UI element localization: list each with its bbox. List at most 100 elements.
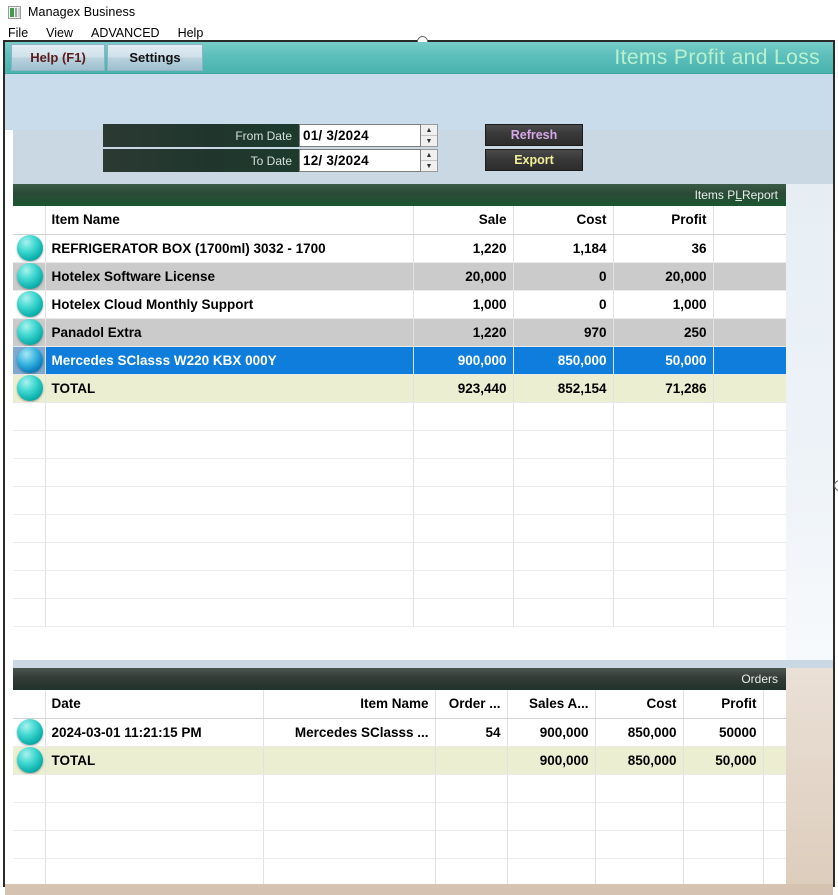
cell-empty[interactable] [613, 570, 713, 598]
cell-empty[interactable] [713, 570, 786, 598]
cell-item-name[interactable]: Hotelex Cloud Monthly Support [45, 290, 413, 318]
cell-empty[interactable] [613, 514, 713, 542]
resize-handle-right[interactable] [834, 480, 838, 491]
cell-empty[interactable] [263, 802, 435, 830]
empty-table-row[interactable] [13, 458, 786, 486]
cell-empty[interactable] [513, 486, 613, 514]
orders-grid-body[interactable]: Date Item Name Order ... Sales A... Cost… [13, 690, 786, 887]
cell-empty[interactable] [613, 430, 713, 458]
cell-empty[interactable] [713, 486, 786, 514]
empty-table-row[interactable] [13, 486, 786, 514]
cell-cost[interactable]: 850,000 [513, 346, 613, 374]
empty-table-row[interactable] [13, 802, 786, 830]
cell-empty[interactable] [613, 458, 713, 486]
cell-sale[interactable]: 900,000 [413, 346, 513, 374]
cell-empty[interactable] [613, 598, 713, 626]
cell-empty[interactable] [595, 858, 683, 886]
cell-empty[interactable] [45, 486, 413, 514]
col-header-cost[interactable]: Cost [595, 690, 683, 718]
to-date-spinner[interactable]: ▲ ▼ [421, 149, 438, 172]
row-indicator-cell[interactable] [13, 458, 45, 486]
settings-tab[interactable]: Settings [107, 44, 203, 71]
cell-empty[interactable] [507, 774, 595, 802]
empty-table-row[interactable] [13, 830, 786, 858]
row-indicator-cell[interactable] [13, 830, 45, 858]
cell-item-name[interactable]: Hotelex Software License [45, 262, 413, 290]
cell-empty[interactable] [435, 858, 507, 886]
cell-empty[interactable] [763, 774, 786, 802]
from-date-input[interactable]: 01/ 3/2024 [299, 124, 421, 147]
empty-table-row[interactable] [13, 598, 786, 626]
to-date-input[interactable]: 12/ 3/2024 [299, 149, 421, 172]
cell-empty[interactable] [763, 830, 786, 858]
cell-empty[interactable] [435, 802, 507, 830]
cell-empty[interactable] [413, 402, 513, 430]
table-row[interactable]: Panadol Extra1,220970250 [13, 318, 786, 346]
row-indicator-cell[interactable] [13, 774, 45, 802]
col-header-item-name[interactable]: Item Name [45, 206, 413, 234]
col-header-profit[interactable]: Profit [613, 206, 713, 234]
cell-cost[interactable]: 0 [513, 262, 613, 290]
row-indicator-cell[interactable] [13, 514, 45, 542]
cell-empty[interactable] [763, 858, 786, 886]
cell-empty[interactable] [713, 458, 786, 486]
empty-table-row[interactable] [13, 542, 786, 570]
cell-item-name[interactable]: Panadol Extra [45, 318, 413, 346]
cell-empty[interactable] [45, 514, 413, 542]
cell-profit[interactable]: 250 [613, 318, 713, 346]
cell-empty[interactable] [513, 542, 613, 570]
cell-empty[interactable] [45, 542, 413, 570]
cell-item-name[interactable]: Mercedes SClasss ... [263, 718, 435, 746]
cell-empty[interactable] [713, 542, 786, 570]
cell-empty[interactable] [513, 514, 613, 542]
cell-cost[interactable]: 852,154 [513, 374, 613, 402]
row-indicator-cell[interactable] [13, 234, 45, 262]
cell-empty[interactable] [413, 542, 513, 570]
cell-item-name[interactable]: Mercedes SClasss W220 KBX 000Y [45, 346, 413, 374]
cell-empty[interactable] [513, 570, 613, 598]
cell-empty[interactable] [45, 774, 263, 802]
row-indicator-cell[interactable] [13, 318, 45, 346]
row-indicator-cell[interactable] [13, 718, 45, 746]
empty-table-row[interactable] [13, 514, 786, 542]
cell-sales-amount[interactable]: 900,000 [507, 746, 595, 774]
cell-cost[interactable]: 0 [513, 290, 613, 318]
cell-empty[interactable] [683, 858, 763, 886]
empty-table-row[interactable] [13, 430, 786, 458]
table-row[interactable]: 2024-03-01 11:21:15 PMMercedes SClasss .… [13, 718, 786, 746]
cell-empty[interactable] [513, 458, 613, 486]
spinner-up-icon[interactable]: ▲ [421, 150, 437, 161]
help-tab[interactable]: Help (F1) [11, 44, 105, 71]
cell-empty[interactable] [263, 858, 435, 886]
cell-profit[interactable]: 20,000 [613, 262, 713, 290]
cell-sale[interactable]: 20,000 [413, 262, 513, 290]
menu-item-help[interactable]: Help [178, 26, 215, 40]
row-indicator-cell[interactable] [13, 858, 45, 886]
cell-item-name[interactable]: TOTAL [45, 374, 413, 402]
cell-empty[interactable] [435, 830, 507, 858]
cell-empty[interactable] [713, 402, 786, 430]
empty-table-row[interactable] [13, 402, 786, 430]
cell-empty[interactable] [45, 430, 413, 458]
menu-item-view[interactable]: View [46, 26, 84, 40]
cell-sale[interactable]: 923,440 [413, 374, 513, 402]
cell-profit[interactable]: 50,000 [613, 346, 713, 374]
cell-empty[interactable] [413, 486, 513, 514]
col-header-profit[interactable]: Profit [683, 690, 763, 718]
cell-empty[interactable] [45, 570, 413, 598]
cell-empty[interactable] [45, 802, 263, 830]
col-header-sale[interactable]: Sale [413, 206, 513, 234]
cell-empty[interactable] [683, 774, 763, 802]
cell-cost[interactable]: 850,000 [595, 718, 683, 746]
cell-empty[interactable] [595, 774, 683, 802]
table-row[interactable]: Mercedes SClasss W220 KBX 000Y900,000850… [13, 346, 786, 374]
cell-empty[interactable] [595, 830, 683, 858]
cell-empty[interactable] [413, 598, 513, 626]
cell-order[interactable] [435, 746, 507, 774]
cell-date[interactable]: TOTAL [45, 746, 263, 774]
cell-empty[interactable] [713, 598, 786, 626]
menu-item-file[interactable]: File [8, 26, 39, 40]
row-indicator-cell[interactable] [13, 570, 45, 598]
col-header-item-name[interactable]: Item Name [263, 690, 435, 718]
cell-empty[interactable] [413, 430, 513, 458]
